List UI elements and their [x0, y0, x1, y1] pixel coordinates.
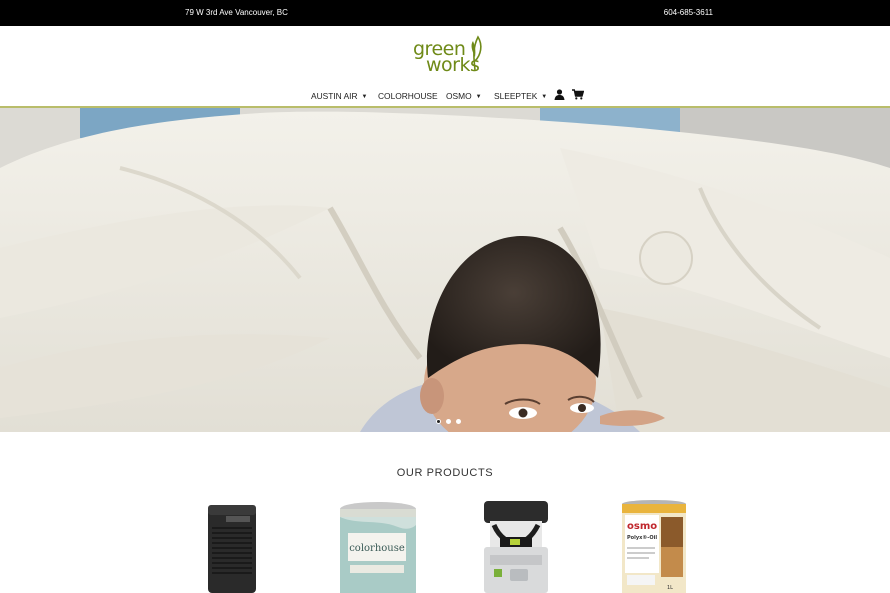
osmo-oil-can-image: osmo Polyx®-Oil 1L	[622, 500, 686, 593]
products-heading: OUR PRODUCTS	[396, 467, 494, 479]
chevron-down-icon: ▼	[361, 94, 368, 100]
nav-colorhouse[interactable]: COLORHOUSE	[378, 91, 438, 101]
nav-label: OSMO	[446, 91, 472, 101]
carousel-dot-1[interactable]	[436, 419, 441, 424]
store-phone[interactable]: 604-685-3611	[664, 8, 713, 17]
osmo-size-text: 1L	[667, 585, 673, 591]
nav-osmo[interactable]: OSMO ▼	[446, 91, 482, 101]
can-brand-text: colorhouse	[349, 543, 405, 554]
product-austin-air[interactable]	[204, 499, 260, 593]
account-icon[interactable]	[554, 89, 565, 100]
product-extractor[interactable]	[480, 499, 552, 593]
hero-image	[0, 108, 890, 432]
site-logo[interactable]: green works	[412, 35, 484, 76]
site-header: green works AUSTIN AIR ▼ COLORHOUSE OSMO ▼…	[0, 26, 890, 108]
nav-label: COLORHOUSE	[378, 91, 438, 101]
hero-banner[interactable]	[0, 108, 890, 432]
nav-sleeptek[interactable]: SLEEPTEK ▼	[494, 91, 547, 101]
product-colorhouse[interactable]: colorhouse	[338, 499, 420, 593]
carousel-dot-3[interactable]	[456, 419, 461, 424]
nav-austin-air[interactable]: AUSTIN AIR ▼	[311, 91, 368, 101]
nav-label: SLEEPTEK	[494, 91, 538, 101]
air-purifier-image	[208, 505, 256, 593]
cart-icon[interactable]	[572, 89, 584, 100]
store-address: 79 W 3rd Ave Vancouver, BC	[185, 8, 288, 17]
osmo-brand-text: osmo	[627, 521, 657, 532]
osmo-product-text: Polyx®-Oil	[627, 535, 657, 541]
dust-extractor-image	[484, 501, 548, 593]
top-info-bar: 79 W 3rd Ave Vancouver, BC 604-685-3611	[0, 0, 890, 26]
carousel-dot-2[interactable]	[446, 419, 451, 424]
main-nav: AUSTIN AIR ▼ COLORHOUSE OSMO ▼ SLEEPTEK ▼	[0, 89, 890, 105]
leaf-icon	[471, 35, 482, 71]
colorhouse-paint-can-image: colorhouse	[340, 502, 416, 593]
product-osmo[interactable]: osmo Polyx®-Oil 1L	[621, 499, 687, 593]
nav-label: AUSTIN AIR	[311, 91, 358, 101]
chevron-down-icon: ▼	[475, 94, 482, 100]
chevron-down-icon: ▼	[541, 94, 548, 100]
